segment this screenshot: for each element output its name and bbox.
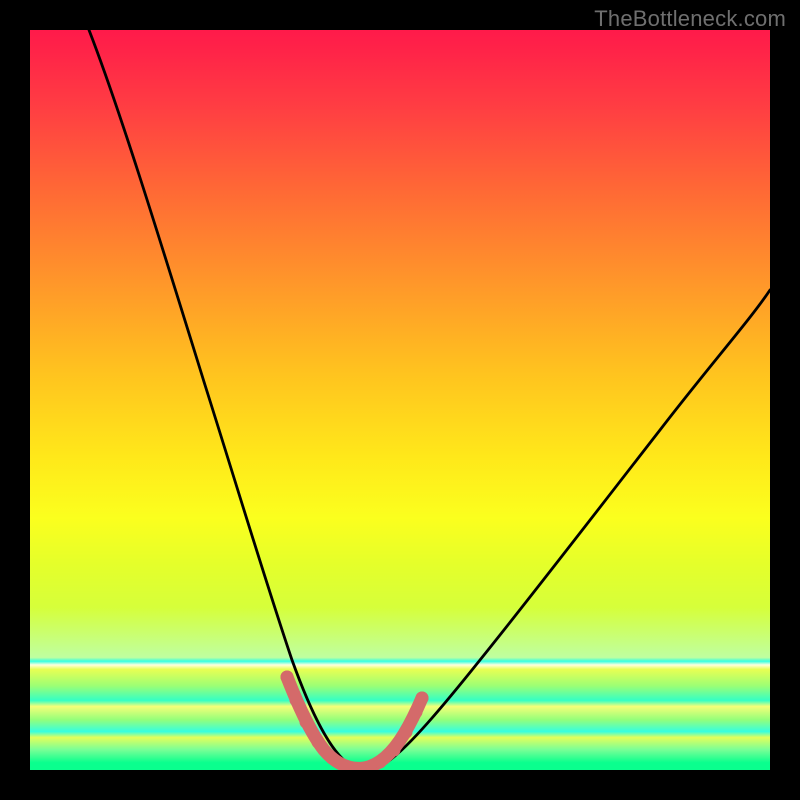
trough-dot-icon bbox=[410, 706, 423, 719]
trough-dot-icon bbox=[312, 736, 325, 749]
trough-dot-icon bbox=[326, 752, 339, 765]
watermark-text: TheBottleneck.com bbox=[594, 6, 786, 32]
bottleneck-curve bbox=[89, 30, 770, 768]
trough-dot-icon bbox=[416, 692, 429, 705]
plot-area bbox=[30, 30, 770, 770]
trough-dot-icon bbox=[300, 716, 313, 729]
trough-dot-icon bbox=[388, 744, 401, 757]
trough-dot-icon bbox=[374, 756, 387, 769]
trough-dot-icon bbox=[290, 694, 303, 707]
trough-dot-icon bbox=[400, 726, 413, 739]
curve-layer bbox=[30, 30, 770, 770]
trough-dot-icon bbox=[281, 671, 294, 684]
chart-frame: TheBottleneck.com bbox=[0, 0, 800, 800]
